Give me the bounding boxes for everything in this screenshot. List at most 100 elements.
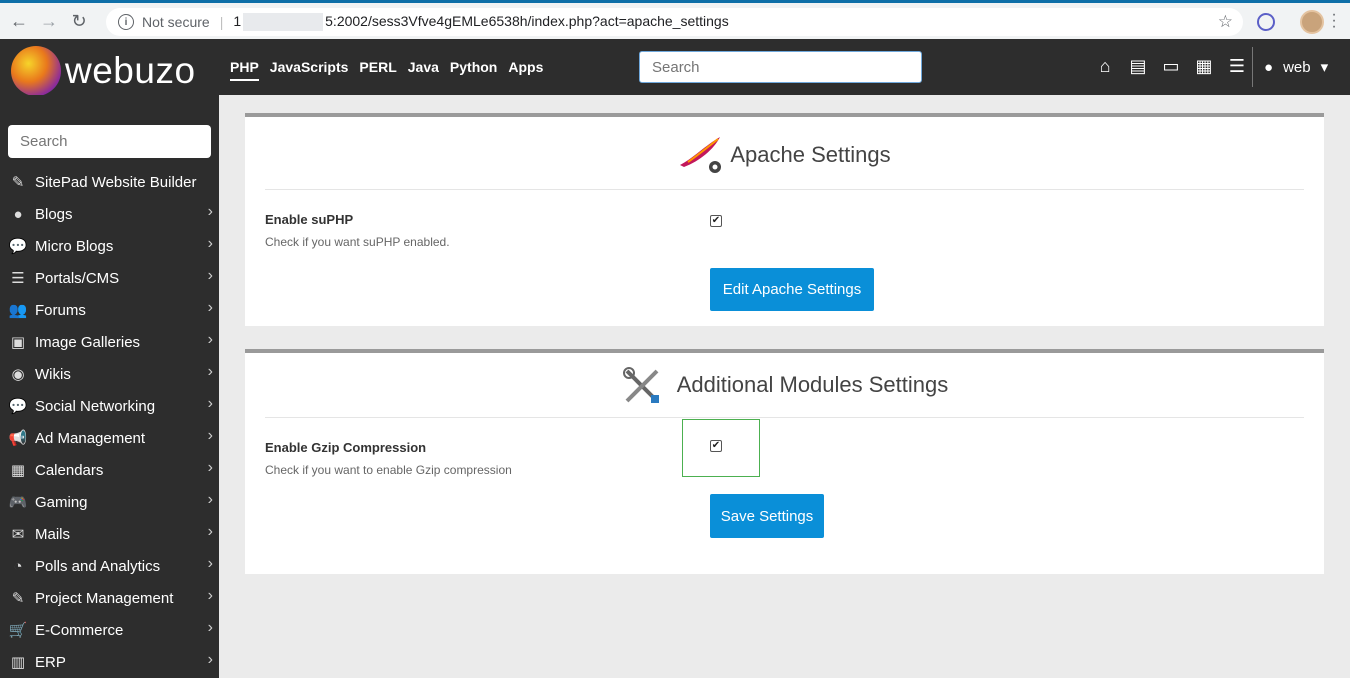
sidebar-item[interactable]: ◉ Wikis ›	[0, 358, 219, 390]
modules-panel-header: Additional Modules Settings	[245, 365, 1324, 405]
apache-settings-panel: Apache Settings Enable suPHP Check if yo…	[245, 113, 1324, 326]
sidebar-item-label: Portals/CMS	[35, 269, 120, 287]
sidebar-item[interactable]: ☰ Portals/CMS ›	[0, 262, 219, 294]
sidebar-item[interactable]: 💬 Social Networking ›	[0, 390, 219, 422]
address-divider: |	[219, 14, 224, 30]
top-navigation: PHP JavaScripts PERL Java Python Apps	[230, 59, 543, 81]
users-icon: 👥	[8, 302, 28, 319]
chat-bubbles-icon: 💬	[8, 238, 28, 255]
list-icon: ☰	[11, 270, 25, 287]
security-label: Not secure	[142, 14, 210, 30]
sidebar-item-label: Social Networking	[35, 397, 156, 415]
sidebar-item-label: Ad Management	[35, 429, 146, 447]
webuzo-logo[interactable]: webuzo	[11, 46, 196, 96]
megaphone-icon: 📢	[8, 430, 28, 447]
gzip-label: Enable Gzip Compression	[265, 440, 427, 455]
sidebar-item-label: SitePad Website Builder	[35, 173, 197, 191]
sidebar-item-label: Project Management	[35, 589, 174, 607]
address-bar[interactable]: i Not secure | 1 5:2002/sess3Vfve4gEMLe65…	[106, 8, 1243, 36]
sidebar-item[interactable]: ▦ Calendars ›	[0, 454, 219, 486]
sidebar-item[interactable]: ▥ ERP ›	[0, 646, 219, 678]
profile-avatar[interactable]	[1300, 10, 1324, 34]
nav-java[interactable]: Java	[408, 59, 439, 81]
sidebar-item[interactable]: 🛒 E-Commerce ›	[0, 614, 219, 646]
save-settings-button[interactable]: Save Settings	[710, 494, 824, 538]
user-name: web	[1283, 58, 1311, 76]
tools-icon	[622, 367, 659, 403]
sidebar-item[interactable]: 📢 Ad Management ›	[0, 422, 219, 454]
info-icon[interactable]: i	[118, 14, 134, 30]
reload-icon[interactable]: ↻	[68, 10, 90, 32]
user-menu[interactable]: ● web ▾	[1264, 58, 1329, 77]
nav-apps[interactable]: Apps	[508, 59, 543, 81]
extension-icon[interactable]	[1257, 13, 1275, 31]
gzip-checkbox[interactable]: ✔	[710, 440, 722, 452]
sidebar-item[interactable]: ✉ Mails ›	[0, 518, 219, 550]
divider	[265, 417, 1304, 418]
chevron-right-icon: ›	[207, 427, 213, 444]
divider	[265, 189, 1304, 190]
file-list-icon[interactable]: ▦	[1193, 55, 1215, 77]
comments-icon: 💬	[8, 398, 28, 415]
nav-javascripts[interactable]: JavaScripts	[270, 59, 349, 81]
sidebar-item[interactable]: ✎ Project Management ›	[0, 582, 219, 614]
back-icon[interactable]: ←	[8, 10, 30, 32]
sidebar-item-label: Mails	[35, 525, 71, 543]
app-header: webuzo PHP JavaScripts PERL Java Python …	[0, 39, 1350, 96]
suphp-help-text: Check if you want suPHP enabled.	[265, 235, 450, 249]
sidebar-item-label: ERP	[35, 653, 66, 671]
chevron-right-icon: ›	[207, 299, 213, 316]
sidebar-item-label: Gaming	[35, 493, 88, 511]
sidebar: ✎ SitePad Website Builder ● Blogs › 💬 Micro Bl…	[0, 95, 219, 678]
chevron-right-icon: ›	[207, 619, 213, 636]
header-search-input[interactable]	[639, 51, 922, 83]
sidebar-item-label: Polls and Analytics	[35, 557, 161, 575]
home-icon[interactable]: ⌂	[1094, 55, 1116, 77]
sidebar-item[interactable]: 💬 Micro Blogs ›	[0, 230, 219, 262]
apache-panel-title: Apache Settings	[730, 142, 891, 167]
browser-menu-icon[interactable]: · · ·	[1331, 7, 1337, 35]
suphp-checkbox[interactable]: ✔	[710, 215, 722, 227]
modules-panel-title: Additional Modules Settings	[676, 372, 949, 397]
edit-apache-settings-button[interactable]: Edit Apache Settings	[710, 268, 874, 311]
chevron-right-icon: ›	[207, 267, 213, 284]
url-text[interactable]: 1 5:2002/sess3Vfve4gEMLe6538h/index.php?a…	[233, 13, 729, 32]
chevron-right-icon: ›	[207, 587, 213, 604]
sidebar-item[interactable]: ✎ SitePad Website Builder	[0, 166, 219, 198]
sidebar-item[interactable]: ▣ Image Galleries ›	[0, 326, 219, 358]
additional-modules-panel: Additional Modules Settings Enable Gzip …	[245, 349, 1324, 574]
sidebar-item[interactable]: ◔ Polls and Analytics ›	[0, 550, 219, 582]
sidebar-item-label: Wikis	[35, 365, 71, 383]
chevron-right-icon: ›	[207, 203, 213, 220]
calendar-icon: ▦	[10, 462, 26, 479]
forward-icon[interactable]: →	[38, 10, 60, 32]
user-icon: ●	[13, 205, 23, 223]
server-icon[interactable]: ▤	[1127, 55, 1149, 77]
chevron-right-icon: ›	[207, 235, 213, 252]
sidebar-search-input[interactable]	[8, 125, 211, 158]
apache-panel-header: Apache Settings	[245, 135, 1324, 175]
gamepad-icon: 🎮	[8, 494, 28, 511]
image-icon: ▣	[10, 334, 26, 351]
caret-down-icon: ▾	[1320, 59, 1329, 76]
nav-perl[interactable]: PERL	[359, 59, 396, 81]
apache-feather-icon	[680, 137, 722, 173]
sidebar-item-label: Calendars	[35, 461, 104, 479]
bar-chart-icon: ▥	[10, 654, 26, 671]
sidebar-item-label: Micro Blogs	[35, 237, 114, 255]
sidebar-item-label: Forums	[35, 301, 86, 319]
envelope-icon: ✉	[11, 526, 25, 543]
header-icons: ⌂ ▤ ▭ ▦ ☰	[1094, 55, 1248, 77]
nav-php[interactable]: PHP	[230, 59, 259, 81]
bookmark-star-icon[interactable]: ☆	[1218, 12, 1233, 32]
sidebar-item[interactable]: 🎮 Gaming ›	[0, 486, 219, 518]
sidebar-item[interactable]: ● Blogs ›	[0, 198, 219, 230]
chevron-right-icon: ›	[207, 555, 213, 572]
main-content: Apache Settings Enable suPHP Check if yo…	[219, 95, 1350, 678]
nav-python[interactable]: Python	[450, 59, 497, 81]
user-icon: ●	[1264, 58, 1274, 76]
sidebar-item[interactable]: 👥 Forums ›	[0, 294, 219, 326]
gzip-help-text: Check if you want to enable Gzip compres…	[265, 463, 512, 477]
archive-icon[interactable]: ▭	[1160, 55, 1182, 77]
list-view-icon[interactable]: ☰	[1226, 55, 1248, 77]
